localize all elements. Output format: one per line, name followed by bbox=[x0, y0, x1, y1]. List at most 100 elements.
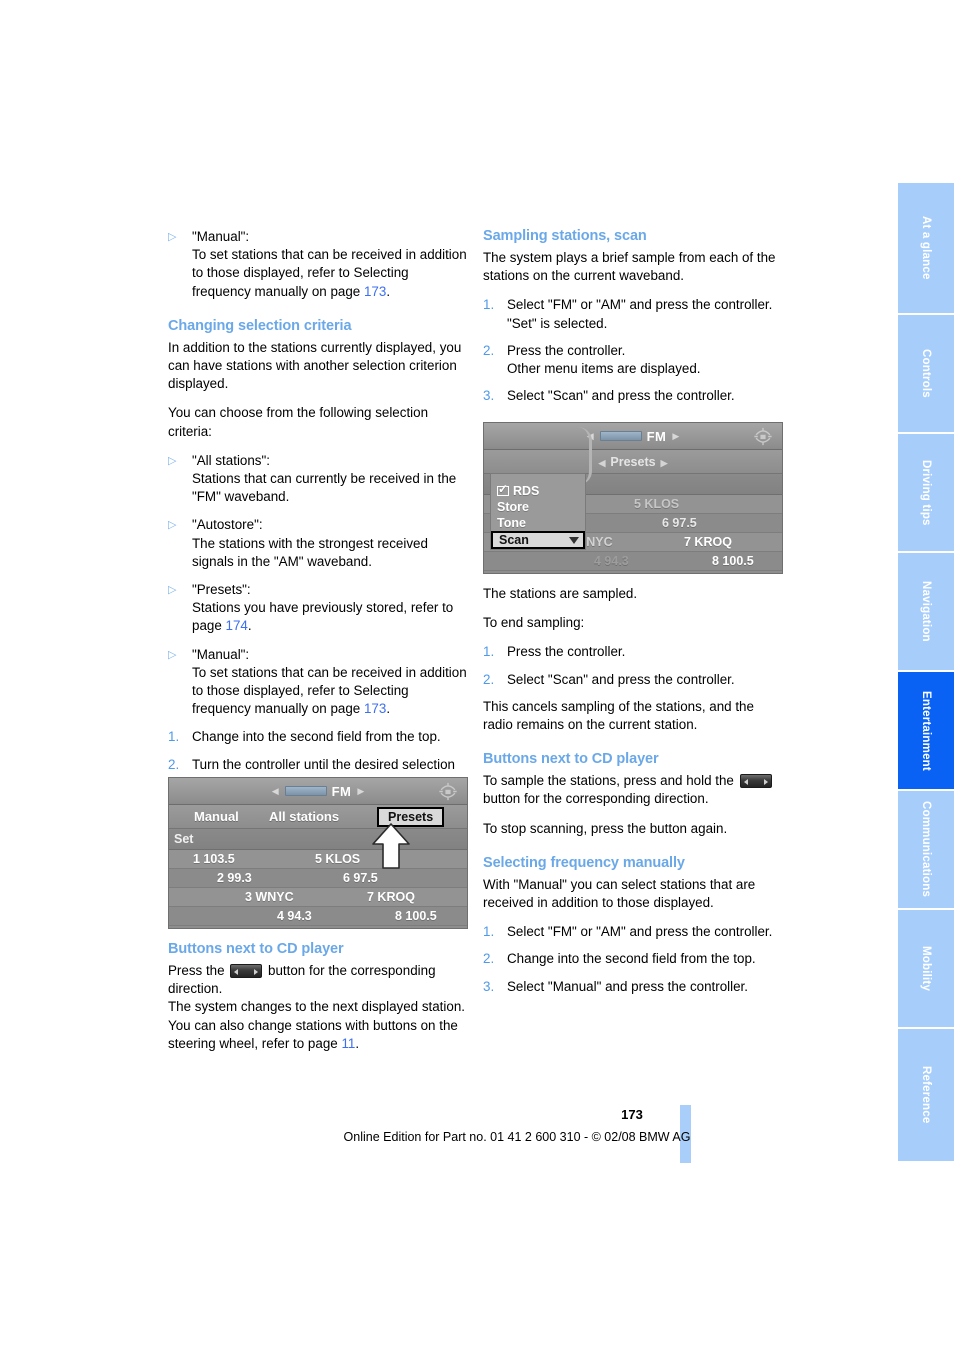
bullet-presets: ▷ "Presets": Stations you have previousl… bbox=[168, 581, 468, 636]
step-item: 3. Select "Manual" and press the control… bbox=[483, 978, 783, 996]
steering-text-tail: . bbox=[355, 1035, 360, 1051]
station-right: 8 100.5 bbox=[712, 554, 754, 568]
station-row[interactable]: 3 WNYC 7 KROQ bbox=[169, 888, 467, 907]
step-text: Select "Scan" and press the controller. bbox=[507, 388, 735, 404]
station-row[interactable]: 2 99.3 6 97.5 bbox=[169, 869, 467, 888]
bullet-term: "Manual": bbox=[192, 646, 250, 662]
seek-rocker-button-icon[interactable] bbox=[230, 964, 263, 978]
station-list: 1 103.5 5 KLOS 2 99.3 6 97.5 3 WNYC 7 KR… bbox=[169, 850, 467, 926]
paragraph-sample-buttons: To sample the stations, press and hold t… bbox=[483, 772, 783, 808]
right-column: Sampling stations, scan The system plays… bbox=[483, 228, 783, 414]
checkbox-checked-icon[interactable] bbox=[497, 482, 509, 496]
step-number: 1. bbox=[483, 297, 495, 313]
menu-item-label: RDS bbox=[513, 484, 540, 498]
station-right: 5 KLOS bbox=[315, 852, 361, 866]
band-item-manual[interactable]: Manual bbox=[194, 809, 239, 824]
step-item: 1. Select "FM" or "AM" and press the con… bbox=[483, 296, 783, 332]
bullet-text: Stations that can currently be received … bbox=[192, 471, 457, 505]
step-number: 1. bbox=[483, 924, 495, 940]
station-row[interactable]: 4 94.3 8 100.5 bbox=[169, 907, 467, 926]
step-item: 1. Press the controller. bbox=[483, 643, 783, 661]
band-item-presets[interactable]: ◀ Presets ▶ bbox=[484, 455, 782, 469]
steering-text-lead: You can also change stations with button… bbox=[168, 1017, 458, 1051]
step-number: 3. bbox=[483, 388, 495, 404]
home-menu-icon[interactable] bbox=[752, 427, 774, 446]
step-item: 2. Select "Scan" and press the controlle… bbox=[483, 671, 783, 689]
page-reference[interactable]: 173 bbox=[364, 701, 386, 716]
heading-selecting-frequency-manually: Selecting frequency manually bbox=[483, 854, 685, 871]
paragraph-stop-scanning: To stop scanning, press the button again… bbox=[483, 820, 728, 836]
triangle-bullet-icon: ▷ bbox=[168, 584, 177, 597]
paragraph-cancels: This cancels sampling of the stations, a… bbox=[483, 698, 754, 733]
menu-item-tone[interactable]: Tone bbox=[491, 515, 585, 531]
page-number: 173 bbox=[621, 1107, 643, 1122]
menu-item-label: Scan bbox=[499, 533, 529, 547]
seek-rocker-button-icon[interactable] bbox=[739, 774, 772, 789]
chevron-right-icon[interactable]: ▶ bbox=[357, 786, 364, 797]
manual-page: ▷ "Manual": To set stations that can be … bbox=[0, 0, 954, 1350]
page-reference[interactable]: 11 bbox=[341, 1036, 355, 1051]
step-text: Select "FM" or "AM" and press the contro… bbox=[507, 297, 773, 313]
bullet-term: "All stations": bbox=[192, 452, 270, 468]
tab-communications[interactable]: Communications bbox=[898, 791, 954, 910]
station-row[interactable]: 1 103.5 5 KLOS bbox=[169, 850, 467, 869]
tab-navigation[interactable]: Navigation bbox=[898, 553, 954, 672]
pointer-arrow-icon bbox=[369, 822, 413, 873]
step-subtext: "Set" is selected. bbox=[507, 315, 608, 331]
tab-at-a-glance[interactable]: At a glance bbox=[898, 183, 954, 315]
chevron-down-icon bbox=[569, 537, 579, 544]
tab-driving-tips[interactable]: Driving tips bbox=[898, 434, 954, 553]
heading-sampling-stations-scan: Sampling stations, scan bbox=[483, 228, 647, 244]
chevron-right-icon[interactable]: ▶ bbox=[672, 431, 679, 442]
step-number: 1. bbox=[168, 729, 180, 745]
chevron-right-icon[interactable]: ▶ bbox=[661, 458, 668, 468]
radio-icon bbox=[599, 431, 642, 441]
chevron-left-icon[interactable]: ◀ bbox=[272, 786, 279, 797]
step-number: 2. bbox=[483, 951, 495, 967]
idrive-screen: ◀ FM ▶ ◀ Presets ▶ 5 KLOS 6 97.5 3 WNYC … bbox=[483, 422, 783, 574]
chevron-left-icon[interactable]: ◀ bbox=[598, 458, 605, 468]
paragraph-steering-wheel: You can also change stations with button… bbox=[168, 1017, 468, 1053]
step-item: 1. Change into the second field from the… bbox=[168, 728, 468, 746]
bullet-autostore: ▷ "Autostore": The stations with the str… bbox=[168, 516, 468, 571]
selection-criteria-bar: Manual All stations Presets bbox=[169, 805, 467, 829]
step-number: 1. bbox=[483, 644, 495, 660]
home-menu-icon[interactable] bbox=[437, 782, 459, 801]
section-tabs: At a glance Controls Driving tips Naviga… bbox=[898, 183, 954, 1161]
left-column-lower: Buttons next to CD player Press the butt… bbox=[168, 941, 468, 1064]
station-row[interactable]: 4 94.3 8 100.5 bbox=[484, 552, 782, 571]
buttons-text-lead: Press the bbox=[168, 963, 229, 978]
station-left: 3 WNYC bbox=[245, 890, 294, 904]
step-number: 3. bbox=[483, 978, 495, 994]
buttons-text-tail: button for the corresponding direction. bbox=[483, 791, 709, 807]
menu-item-scan-selected[interactable]: Scan bbox=[491, 531, 585, 549]
page-reference[interactable]: 174 bbox=[226, 618, 248, 633]
bullet-term: "Autostore": bbox=[192, 517, 263, 533]
menu-item-store[interactable]: Store bbox=[491, 499, 585, 515]
waveband-label: FM bbox=[646, 428, 667, 444]
figure-presets-screen: ◀ FM ▶ Manual All stations Presets Set 1… bbox=[168, 777, 468, 929]
step-number: 2. bbox=[483, 671, 495, 687]
step-text: Select "FM" or "AM" and press the contro… bbox=[507, 924, 773, 940]
tab-mobility[interactable]: Mobility bbox=[898, 910, 954, 1029]
band-item-all-stations[interactable]: All stations bbox=[269, 809, 339, 824]
step-text: Press the controller. bbox=[507, 342, 626, 358]
bullet-manual: ▷ "Manual": To set stations that can be … bbox=[168, 646, 468, 719]
bullet-period: . bbox=[386, 283, 391, 299]
tab-controls[interactable]: Controls bbox=[898, 315, 954, 434]
figure-scan-screen: ◀ FM ▶ ◀ Presets ▶ 5 KLOS 6 97.5 3 WNYC … bbox=[483, 422, 783, 574]
idrive-screen: ◀ FM ▶ Manual All stations Presets Set 1… bbox=[168, 777, 468, 929]
station-right: 6 97.5 bbox=[343, 871, 378, 885]
set-label[interactable]: Set bbox=[169, 832, 193, 846]
paragraph-choose: You can choose from the following select… bbox=[168, 405, 429, 439]
station-right: 7 KROQ bbox=[684, 535, 732, 549]
set-row: Set bbox=[169, 829, 467, 850]
station-left: 1 103.5 bbox=[193, 852, 235, 866]
tab-entertainment[interactable]: Entertainment bbox=[898, 672, 954, 791]
radio-icon bbox=[284, 786, 327, 796]
page-reference[interactable]: 173 bbox=[364, 284, 386, 299]
paragraph-intro: In addition to the stations currently di… bbox=[168, 339, 462, 392]
menu-item-rds[interactable]: RDS bbox=[491, 482, 585, 499]
station-left: 4 94.3 bbox=[277, 909, 312, 923]
heading-changing-selection-criteria: Changing selection criteria bbox=[168, 317, 352, 334]
